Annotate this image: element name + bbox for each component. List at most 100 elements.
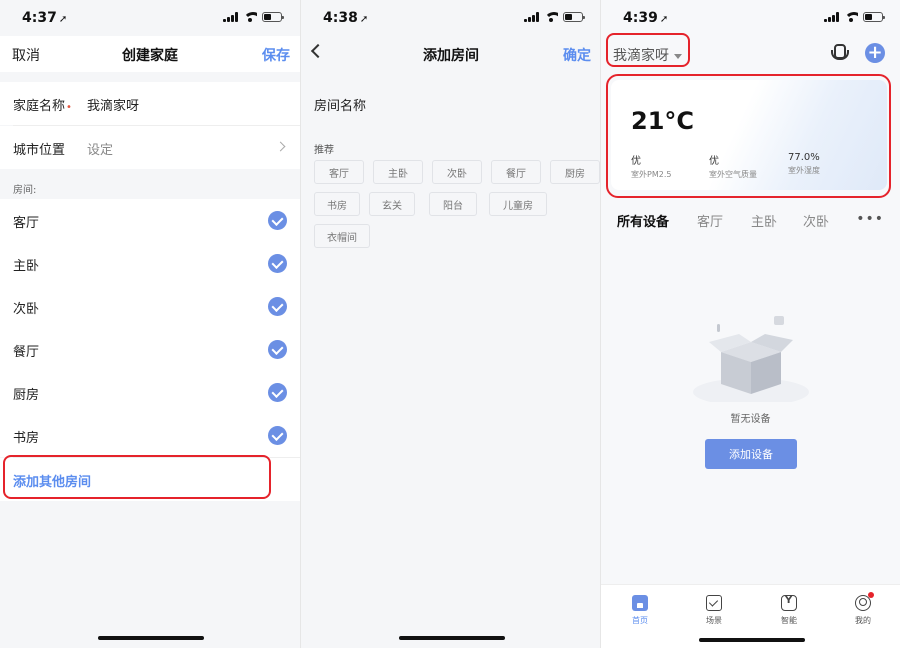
caret-down-icon: [674, 53, 682, 59]
home-indicator: [699, 638, 805, 642]
status-time: 4:39 ➚: [623, 10, 669, 26]
family-name-input[interactable]: 我滴家呀: [87, 95, 139, 114]
scene-icon: [706, 595, 722, 611]
room-item[interactable]: 主卧: [0, 242, 300, 285]
check-icon[interactable]: [268, 426, 287, 445]
air-quality-metric: 优 室外空气质量: [709, 156, 757, 179]
status-bar: 4:37 ➚: [0, 0, 300, 36]
room-chip[interactable]: 次卧: [432, 160, 482, 184]
room-item[interactable]: 厨房: [0, 371, 300, 414]
signal-icon: [824, 12, 839, 22]
room-chip[interactable]: 玄关: [369, 192, 415, 216]
home-screen: 4:39 ➚ 我滴家呀 + 21°C 优 室外PM2.5 优 室外空气质量 77.…: [600, 0, 900, 648]
room-name-field[interactable]: 房间名称: [301, 82, 600, 125]
wifi-icon: [544, 12, 558, 22]
room-chip[interactable]: 阳台: [429, 192, 477, 216]
temperature: 21°C: [631, 107, 695, 135]
check-icon[interactable]: [268, 297, 287, 316]
signal-icon: [223, 12, 238, 22]
room-label: 主卧: [13, 259, 40, 274]
recommend-label: 推荐: [314, 145, 334, 156]
weather-card: 21°C 优 室外PM2.5 优 室外空气质量 77.0% 室外湿度: [611, 80, 887, 190]
rooms-section-label: 房间:: [13, 185, 37, 196]
save-button[interactable]: 保存: [262, 45, 290, 65]
home-indicator: [98, 636, 204, 640]
nav-bar: 添加房间 确定: [301, 36, 600, 72]
smart-icon: [781, 595, 797, 611]
tab-label: 场景: [706, 616, 722, 625]
chevron-right-icon: [275, 141, 286, 152]
more-icon[interactable]: •••: [856, 211, 884, 227]
nav-bar: 取消 创建家庭 保存: [0, 36, 300, 72]
room-chip[interactable]: 儿童房: [489, 192, 547, 216]
room-chip[interactable]: 厨房: [550, 160, 600, 184]
add-other-room-row[interactable]: 添加其他房间: [0, 458, 300, 501]
room-label: 次卧: [13, 302, 40, 317]
empty-state-text: 暂无设备: [730, 414, 771, 425]
tab-scene[interactable]: 场景: [694, 595, 734, 626]
room-chip[interactable]: 衣帽间: [314, 224, 370, 248]
add-other-room-button[interactable]: 添加其他房间: [13, 471, 91, 490]
room-label: 厨房: [13, 388, 40, 403]
bottom-tab-bar: 首页 场景 智能 我的: [601, 584, 900, 648]
family-selector[interactable]: 我滴家呀: [613, 45, 682, 65]
check-icon[interactable]: [268, 383, 287, 402]
add-icon[interactable]: +: [865, 43, 885, 63]
humidity-metric: 77.0% 室外湿度: [788, 152, 820, 175]
room-label: 餐厅: [13, 345, 40, 360]
check-icon[interactable]: [268, 211, 287, 230]
microphone-icon[interactable]: [830, 44, 849, 62]
home-icon: [632, 595, 648, 611]
confirm-button[interactable]: 确定: [563, 45, 591, 65]
tab-label: 首页: [632, 616, 648, 625]
status-time: 4:38 ➚: [323, 10, 369, 26]
pm25-metric: 优 室外PM2.5: [631, 156, 672, 179]
room-item[interactable]: 书房: [0, 414, 300, 457]
tab-all-devices[interactable]: 所有设备: [617, 211, 669, 230]
status-bar: 4:39 ➚: [601, 0, 900, 36]
battery-icon: [863, 12, 885, 22]
battery-icon: [563, 12, 585, 22]
status-time: 4:37 ➚: [22, 10, 68, 26]
room-chip[interactable]: 餐厅: [491, 160, 541, 184]
add-device-button[interactable]: 添加设备: [705, 439, 797, 469]
room-chip[interactable]: 主卧: [373, 160, 423, 184]
room-chip[interactable]: 客厅: [314, 160, 364, 184]
page-title: 创建家庭: [122, 48, 178, 64]
tab-profile[interactable]: 我的: [843, 592, 883, 626]
family-name-label: 家庭名称•: [13, 99, 72, 114]
city-value: 设定: [87, 143, 114, 158]
add-room-screen: 4:38 ➚ 添加房间 确定 房间名称 推荐 客厅 主卧 次卧 餐厅 厨房 书房 …: [300, 0, 600, 648]
status-bar: 4:38 ➚: [301, 0, 600, 36]
tab-label: 我的: [855, 616, 871, 625]
required-marker: •: [66, 102, 72, 113]
room-label: 书房: [13, 431, 40, 446]
wifi-icon: [243, 12, 257, 22]
battery-icon: [262, 12, 284, 22]
room-name-label: 房间名称: [314, 99, 367, 114]
tab-second-bedroom[interactable]: 次卧: [803, 211, 829, 230]
check-icon[interactable]: [268, 340, 287, 359]
page-title: 添加房间: [423, 48, 479, 64]
room-item[interactable]: 餐厅: [0, 328, 300, 371]
tab-smart[interactable]: 智能: [769, 595, 809, 626]
city-location-row[interactable]: 城市位置 设定: [0, 126, 300, 169]
city-label: 城市位置: [13, 143, 66, 158]
tab-home[interactable]: 首页: [620, 595, 660, 626]
check-icon[interactable]: [268, 254, 287, 273]
create-family-screen: 4:37 ➚ 取消 创建家庭 保存 家庭名称• 我滴家呀 城市位置 设定 房间: …: [0, 0, 300, 648]
empty-box-icon: [693, 316, 809, 402]
signal-icon: [524, 12, 539, 22]
tab-label: 智能: [781, 616, 797, 625]
notification-dot: [868, 592, 874, 598]
room-item[interactable]: 次卧: [0, 285, 300, 328]
family-name-row[interactable]: 家庭名称• 我滴家呀: [0, 82, 300, 125]
tab-living-room[interactable]: 客厅: [697, 211, 723, 230]
home-indicator: [399, 636, 505, 640]
profile-icon: [855, 592, 874, 611]
room-chip[interactable]: 书房: [314, 192, 360, 216]
room-label: 客厅: [13, 216, 40, 231]
room-item[interactable]: 客厅: [0, 199, 300, 242]
wifi-icon: [844, 12, 858, 22]
tab-master-bedroom[interactable]: 主卧: [751, 211, 777, 230]
